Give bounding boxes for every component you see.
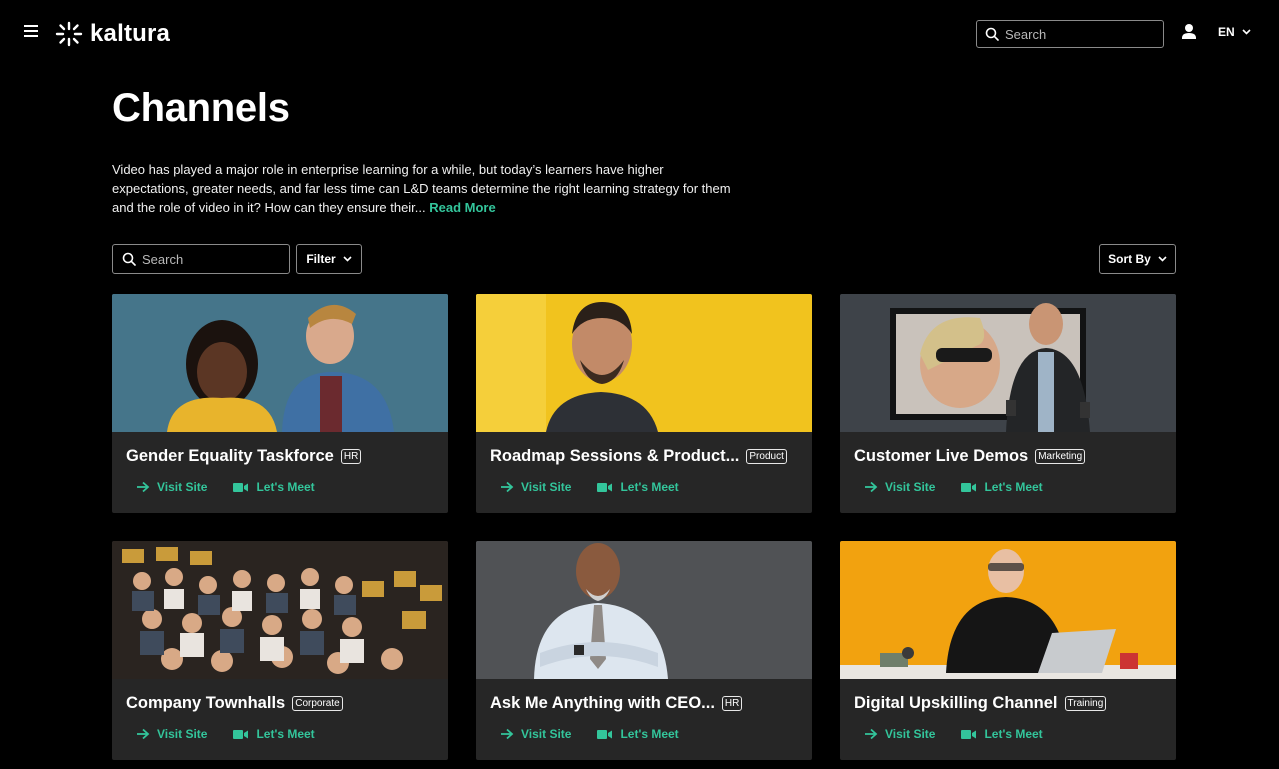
arrow-right-icon	[865, 728, 878, 740]
channel-card[interactable]: Roadmap Sessions & Product... Product Vi…	[476, 294, 812, 513]
brand-logo[interactable]: kaltura	[54, 20, 170, 48]
lets-meet-button[interactable]: Let's Meet	[597, 727, 679, 741]
language-selector[interactable]: EN	[1218, 25, 1251, 39]
arrow-right-icon	[501, 481, 514, 493]
channel-description: Video has played a major role in enterpr…	[112, 160, 732, 217]
app-frame: kaltura EN Channels Video has played a m…	[8, 8, 1271, 761]
language-label: EN	[1218, 25, 1235, 39]
visit-site-button[interactable]: Visit Site	[136, 727, 207, 741]
card-tag: Marketing	[1035, 449, 1086, 464]
channel-thumbnail	[476, 541, 812, 679]
filter-button[interactable]: Filter	[296, 244, 362, 274]
card-tag: Training	[1064, 696, 1107, 711]
video-camera-icon	[233, 729, 249, 739]
card-tag: HR	[721, 696, 743, 711]
lets-meet-button[interactable]: Let's Meet	[961, 727, 1043, 741]
visit-site-label: Visit Site	[885, 727, 936, 741]
card-title[interactable]: Digital Upskilling Channel	[854, 694, 1058, 713]
channel-thumbnail	[112, 541, 448, 679]
lets-meet-label: Let's Meet	[984, 480, 1043, 494]
channel-card[interactable]: Gender Equality Taskforce HR Visit Site …	[112, 294, 448, 513]
card-actions: Visit Site Let's Meet	[864, 480, 1043, 494]
video-camera-icon	[961, 729, 977, 739]
top-bar: kaltura EN	[8, 8, 1271, 60]
channel-thumbnail	[840, 541, 1176, 679]
lets-meet-label: Let's Meet	[984, 727, 1043, 741]
card-actions: Visit Site Let's Meet	[500, 480, 679, 494]
lets-meet-label: Let's Meet	[620, 727, 679, 741]
channel-card[interactable]: Customer Live Demos Marketing Visit Site…	[840, 294, 1176, 513]
chevron-down-icon	[1242, 29, 1251, 35]
chevron-down-icon	[1158, 256, 1167, 262]
card-tag: Corporate	[292, 696, 343, 711]
card-title-row: Digital Upskilling Channel Training	[854, 694, 1107, 713]
search-icon	[985, 27, 999, 41]
arrow-right-icon	[865, 481, 878, 493]
channels-search[interactable]	[112, 244, 290, 274]
card-title-row: Customer Live Demos Marketing	[854, 447, 1086, 466]
arrow-right-icon	[137, 728, 150, 740]
page-title: Channels	[112, 86, 290, 130]
card-actions: Visit Site Let's Meet	[500, 727, 679, 741]
channel-card[interactable]: Company Townhalls Corporate Visit Site L…	[112, 541, 448, 760]
card-title[interactable]: Ask Me Anything with CEO...	[490, 694, 715, 713]
search-icon	[122, 252, 136, 266]
visit-site-label: Visit Site	[157, 480, 208, 494]
visit-site-button[interactable]: Visit Site	[136, 480, 207, 494]
lets-meet-button[interactable]: Let's Meet	[597, 480, 679, 494]
card-title-row: Gender Equality Taskforce HR	[126, 447, 362, 466]
card-title[interactable]: Roadmap Sessions & Product...	[490, 447, 739, 466]
channel-card[interactable]: Digital Upskilling Channel Training Visi…	[840, 541, 1176, 760]
visit-site-button[interactable]: Visit Site	[500, 727, 571, 741]
visit-site-label: Visit Site	[157, 727, 208, 741]
arrow-right-icon	[137, 481, 150, 493]
description-text: Video has played a major role in enterpr…	[112, 162, 731, 215]
video-camera-icon	[597, 482, 613, 492]
video-camera-icon	[961, 482, 977, 492]
card-actions: Visit Site Let's Meet	[136, 727, 315, 741]
channel-thumbnail	[112, 294, 448, 432]
channel-card[interactable]: Ask Me Anything with CEO... HR Visit Sit…	[476, 541, 812, 760]
visit-site-label: Visit Site	[521, 727, 572, 741]
card-title[interactable]: Gender Equality Taskforce	[126, 447, 334, 466]
filter-label: Filter	[306, 252, 336, 266]
sort-label: Sort By	[1108, 252, 1151, 266]
kaltura-logo-icon	[55, 21, 83, 47]
menu-icon[interactable]	[24, 25, 38, 37]
card-title-row: Company Townhalls Corporate	[126, 694, 343, 713]
card-actions: Visit Site Let's Meet	[136, 480, 315, 494]
channels-search-input[interactable]	[142, 251, 282, 267]
lets-meet-button[interactable]: Let's Meet	[233, 727, 315, 741]
header-search[interactable]	[976, 20, 1164, 48]
card-title-row: Roadmap Sessions & Product... Product	[490, 447, 787, 466]
card-tag: Product	[746, 449, 787, 464]
arrow-right-icon	[501, 728, 514, 740]
lets-meet-label: Let's Meet	[256, 727, 315, 741]
card-title-row: Ask Me Anything with CEO... HR	[490, 694, 743, 713]
brand-name: kaltura	[90, 20, 171, 47]
lets-meet-label: Let's Meet	[620, 480, 679, 494]
visit-site-button[interactable]: Visit Site	[864, 480, 935, 494]
visit-site-button[interactable]: Visit Site	[864, 727, 935, 741]
visit-site-label: Visit Site	[521, 480, 572, 494]
user-icon[interactable]	[1180, 23, 1198, 43]
channel-thumbnail	[840, 294, 1176, 432]
card-tag: HR	[340, 449, 362, 464]
lets-meet-label: Let's Meet	[256, 480, 315, 494]
lets-meet-button[interactable]: Let's Meet	[961, 480, 1043, 494]
read-more-link[interactable]: Read More	[429, 200, 495, 215]
header-search-input[interactable]	[1005, 26, 1145, 42]
card-actions: Visit Site Let's Meet	[864, 727, 1043, 741]
lets-meet-button[interactable]: Let's Meet	[233, 480, 315, 494]
video-camera-icon	[597, 729, 613, 739]
video-camera-icon	[233, 482, 249, 492]
visit-site-button[interactable]: Visit Site	[500, 480, 571, 494]
chevron-down-icon	[343, 256, 352, 262]
card-title[interactable]: Customer Live Demos	[854, 447, 1028, 466]
visit-site-label: Visit Site	[885, 480, 936, 494]
channel-thumbnail	[476, 294, 812, 432]
sort-button[interactable]: Sort By	[1099, 244, 1176, 274]
card-title[interactable]: Company Townhalls	[126, 694, 285, 713]
